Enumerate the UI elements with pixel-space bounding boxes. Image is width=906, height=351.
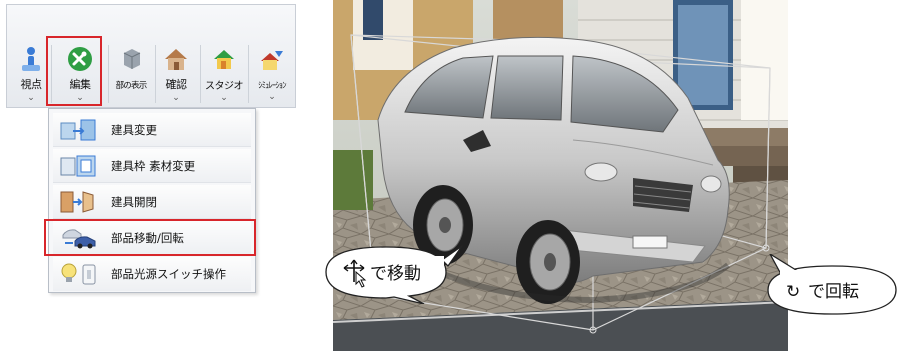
parts-display-button[interactable]: 部の表示 bbox=[108, 43, 154, 105]
studio-button[interactable]: スタジオ ⌄ bbox=[201, 43, 247, 105]
menu-item-frame-material[interactable]: 建具枠 素材変更 bbox=[53, 149, 251, 183]
chevron-down-icon: ⌄ bbox=[268, 92, 276, 102]
parts-display-label: 部の表示 bbox=[115, 81, 148, 91]
menu-item-fitting-open-close[interactable]: 建具開閉 bbox=[53, 185, 251, 219]
move-callout-text: で移動 bbox=[370, 264, 421, 284]
light-switch-icon bbox=[59, 261, 99, 287]
simulation-label: ｼﾐｭﾚｰｼｮﾝ bbox=[258, 81, 286, 91]
chevron-down-icon: ⌄ bbox=[220, 93, 228, 103]
rotate-callout: ↻ で回転 bbox=[767, 254, 897, 315]
edit-tools-icon bbox=[65, 45, 95, 73]
edit-label: 編集 bbox=[69, 78, 92, 91]
menu-item-label: 建具開閉 bbox=[111, 194, 157, 209]
menu-item-label: 部品移動/回転 bbox=[111, 230, 184, 245]
menu-item-label: 建具枠 素材変更 bbox=[111, 158, 196, 173]
toolbar-divider bbox=[51, 45, 52, 103]
menu-item-fitting-change[interactable]: 建具変更 bbox=[53, 113, 251, 147]
viewpoint-label: 視点 bbox=[20, 78, 43, 91]
ribbon-toolbar: 視点 ⌄ 編集 ⌄ 部の表示 確認 ⌄ スタジオ ⌄ ｼﾐｭﾚｰｼｮﾝ ⌄ bbox=[6, 4, 296, 108]
confirm-button[interactable]: 確認 ⌄ bbox=[156, 43, 196, 105]
menu-item-label: 建具変更 bbox=[111, 122, 157, 137]
rotate-icon: ↻ bbox=[786, 282, 800, 302]
studio-icon bbox=[209, 45, 239, 73]
rotate-callout-text: で回転 bbox=[808, 282, 859, 302]
edit-button[interactable]: 編集 ⌄ bbox=[54, 43, 106, 105]
viewpoint-button[interactable]: 視点 ⌄ bbox=[11, 43, 51, 105]
simulation-button[interactable]: ｼﾐｭﾚｰｼｮﾝ ⌄ bbox=[249, 43, 295, 105]
parts-display-icon bbox=[116, 45, 146, 73]
fitting-open-close-icon bbox=[59, 189, 99, 215]
chevron-down-icon: ⌄ bbox=[172, 93, 180, 103]
chevron-down-icon: ⌄ bbox=[27, 93, 35, 103]
studio-label: スタジオ bbox=[205, 81, 244, 92]
fitting-change-icon bbox=[59, 117, 99, 143]
menu-item-part-move-rotate[interactable]: 部品移動/回転 bbox=[53, 221, 251, 255]
confirm-label: 確認 bbox=[165, 78, 188, 91]
confirm-house-icon bbox=[161, 45, 191, 73]
menu-item-light-switch[interactable]: 部品光源スイッチ操作 bbox=[53, 257, 251, 291]
viewpoint-icon bbox=[16, 45, 46, 73]
move-callout: で移動 bbox=[325, 245, 463, 304]
frame-material-icon bbox=[59, 153, 99, 179]
menu-item-label: 部品光源スイッチ操作 bbox=[111, 267, 226, 281]
edit-dropdown-menu: 建具変更 建具枠 素材変更 建具開閉 部品移動/回転 部品光源スイッチ操作 bbox=[48, 108, 256, 293]
simulation-icon bbox=[257, 45, 287, 73]
part-move-rotate-icon bbox=[59, 225, 99, 251]
chevron-down-icon: ⌄ bbox=[76, 93, 84, 103]
